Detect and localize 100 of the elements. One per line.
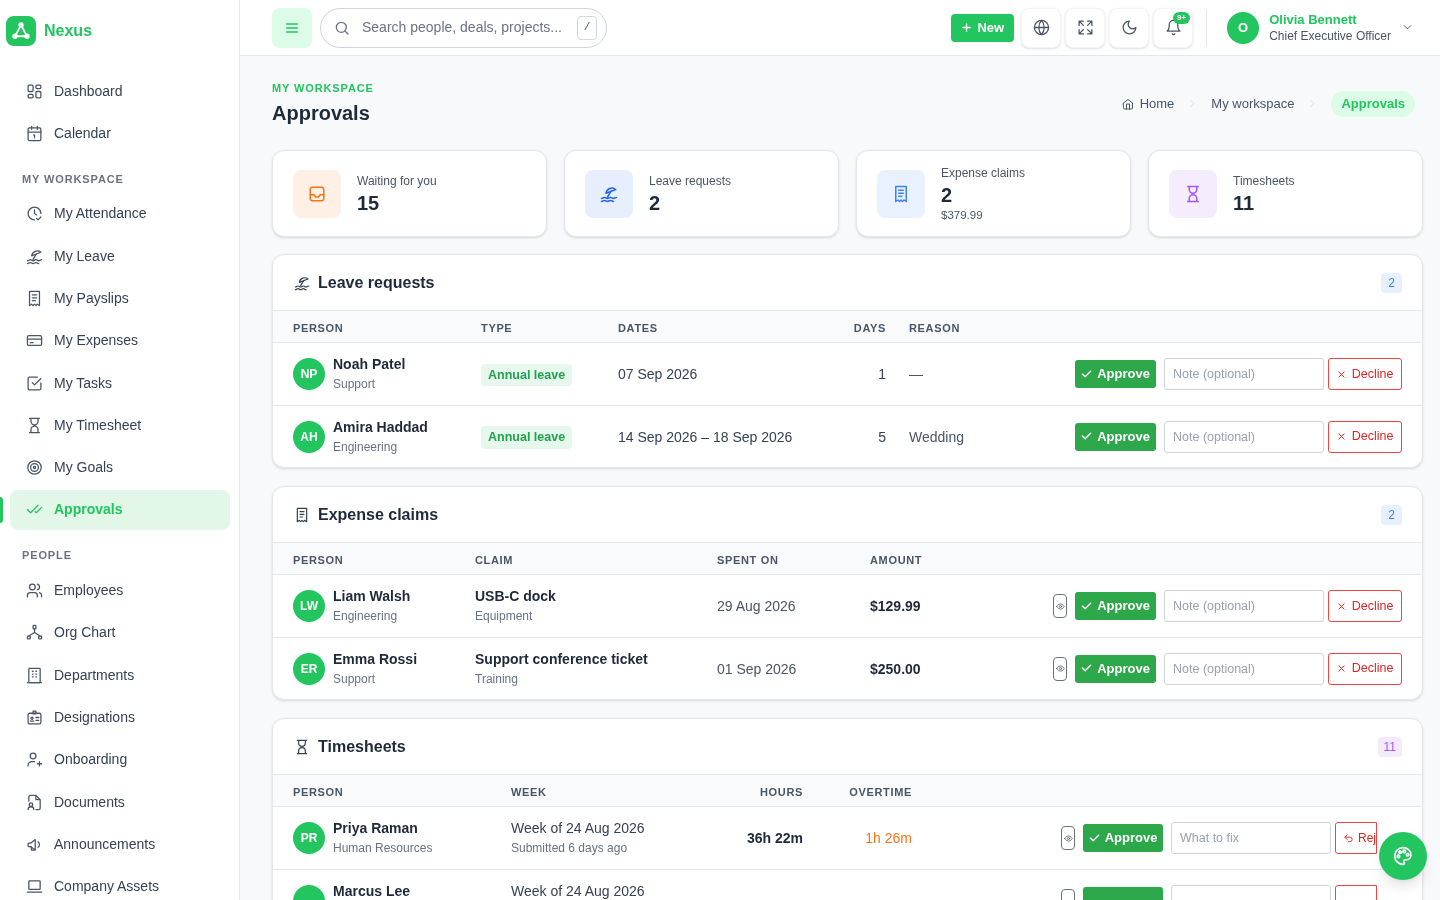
note-field[interactable]: What to fix	[1171, 822, 1331, 854]
user-name: Olivia Bennett	[1269, 11, 1358, 28]
palette-icon	[1393, 846, 1413, 866]
sidebar-item[interactable]: Org Chart	[10, 612, 230, 653]
bell-icon	[1164, 19, 1182, 36]
sidebar-item[interactable]: Designations	[10, 697, 230, 738]
hourglass-icon	[26, 416, 43, 434]
leave-type-tag: Annual leave	[481, 363, 573, 387]
decline-button[interactable]: Decline	[1328, 358, 1402, 390]
leave-dates: 14 Sep 2026 – 18 Sep 2026	[618, 428, 793, 445]
sidebar-item[interactable]: Dashboard	[10, 71, 230, 111]
sidebar-item[interactable]: Calendar	[10, 113, 230, 154]
panel-title: Timesheets	[318, 736, 406, 757]
beach-umbrella-icon	[294, 274, 310, 291]
user-role: Chief Executive Officer	[1269, 27, 1391, 44]
sidebar-item[interactable]: Documents	[10, 782, 230, 823]
column-header: CLAIM	[475, 553, 514, 566]
person-name: Priya Raman	[333, 820, 419, 836]
person-name: Marcus Lee	[333, 882, 411, 899]
target-icon	[26, 459, 43, 477]
days-count: 5	[878, 428, 886, 445]
sidebar-item[interactable]: My Tasks	[10, 363, 230, 404]
avatar: LW	[293, 590, 325, 622]
claim-amount: $250.00	[870, 660, 921, 677]
leave-type-tag: Annual leave	[481, 426, 573, 449]
avatar: AH	[293, 420, 325, 453]
column-header: REASON	[909, 321, 961, 334]
clock-check-icon	[26, 205, 43, 223]
moon-icon	[1120, 19, 1138, 36]
week-label: Week of 24 Aug 2026	[511, 820, 646, 836]
count-badge: 11	[1377, 736, 1402, 757]
stat-value: 2	[941, 182, 954, 207]
claim-category: Training	[475, 670, 519, 687]
fullscreen-button[interactable]	[1065, 7, 1106, 48]
view-button[interactable]	[1053, 594, 1067, 618]
sidebar-item[interactable]: Onboarding	[10, 739, 230, 780]
days-count: 1	[878, 366, 886, 382]
sidebar-item[interactable]: Departments	[10, 655, 230, 696]
view-button[interactable]	[1061, 826, 1075, 850]
plus-icon	[961, 22, 973, 33]
x-icon	[1336, 369, 1346, 379]
sidebar-item[interactable]: Employees	[10, 570, 230, 611]
sidebar-item[interactable]: My Timesheet	[10, 405, 230, 446]
count-badge: 2	[1381, 504, 1402, 525]
beach-umbrella-icon	[26, 247, 43, 265]
sidebar-item[interactable]: Company Assets	[10, 866, 230, 900]
note-field[interactable]: Note (optional)	[1164, 358, 1324, 390]
check-icon	[1081, 600, 1093, 612]
column-header: DATES	[618, 321, 658, 334]
id-badge-icon	[26, 708, 43, 726]
decline-button[interactable]: Decline	[1328, 590, 1402, 622]
check-icon	[1081, 368, 1093, 380]
reject-button[interactable]: Rej	[1335, 822, 1377, 854]
department: Support	[333, 670, 377, 687]
expand-icon	[1076, 19, 1094, 36]
sidebar-item[interactable]: My Goals	[10, 447, 230, 488]
leave-reason: Wedding	[909, 428, 964, 445]
leave-reason: —	[909, 366, 923, 382]
language-button[interactable]	[1021, 7, 1062, 48]
page-title: Approvals	[272, 101, 371, 126]
user-plus-icon	[26, 751, 43, 769]
breadcrumb-link[interactable]: Home	[1121, 93, 1175, 114]
stat-value: 11	[1233, 190, 1256, 215]
search-field[interactable]: Search people, deals, projects...	[362, 17, 565, 38]
breadcrumb-link[interactable]: My workspace	[1211, 93, 1295, 114]
column-header: DAYS	[853, 321, 886, 334]
active-indicator	[0, 496, 3, 523]
avatar: ER	[293, 652, 325, 685]
note-field[interactable]: Note (optional)	[1164, 590, 1324, 622]
column-header: PERSON	[293, 321, 344, 334]
view-button[interactable]	[1053, 656, 1067, 681]
theme-button[interactable]	[1109, 7, 1150, 48]
person-name: Liam Walsh	[333, 588, 411, 604]
eye-icon	[1055, 601, 1065, 611]
count-badge: 2	[1381, 272, 1402, 293]
section-label: PEOPLE	[22, 548, 73, 564]
sidebar-item[interactable]: My Payslips	[10, 278, 230, 319]
hourglass-icon	[294, 738, 310, 755]
column-header: PERSON	[293, 785, 344, 798]
column-header: SPENT ON	[717, 553, 779, 566]
hours-total: 36h 22m	[746, 830, 803, 846]
sidebar-item[interactable]: My Leave	[10, 236, 230, 277]
column-header: WEEK	[511, 785, 547, 798]
panel-title: Leave requests	[318, 272, 435, 293]
sidebar-item[interactable]: Announcements	[10, 824, 230, 865]
decline-button[interactable]: Decline	[1328, 652, 1402, 685]
column-header: HOURS	[759, 785, 803, 798]
claim-title: Support conference ticket	[475, 650, 649, 667]
sidebar-item[interactable]: My Attendance	[10, 193, 230, 234]
stat-value: 2	[649, 190, 662, 215]
column-header: OVERTIME	[849, 785, 912, 798]
check-icon	[1081, 663, 1093, 674]
note-field[interactable]: Note (optional)	[1164, 420, 1324, 453]
sidebar-item[interactable]: My Expenses	[10, 320, 230, 361]
dashboard-icon	[26, 82, 43, 100]
building-icon	[26, 666, 43, 684]
search-bar[interactable]: Search people, deals, projects... /	[320, 7, 607, 48]
overtime-hours: 1h 26m	[865, 830, 912, 846]
note-field[interactable]: Note (optional)	[1164, 652, 1324, 685]
decline-button[interactable]: Decline	[1328, 420, 1402, 453]
